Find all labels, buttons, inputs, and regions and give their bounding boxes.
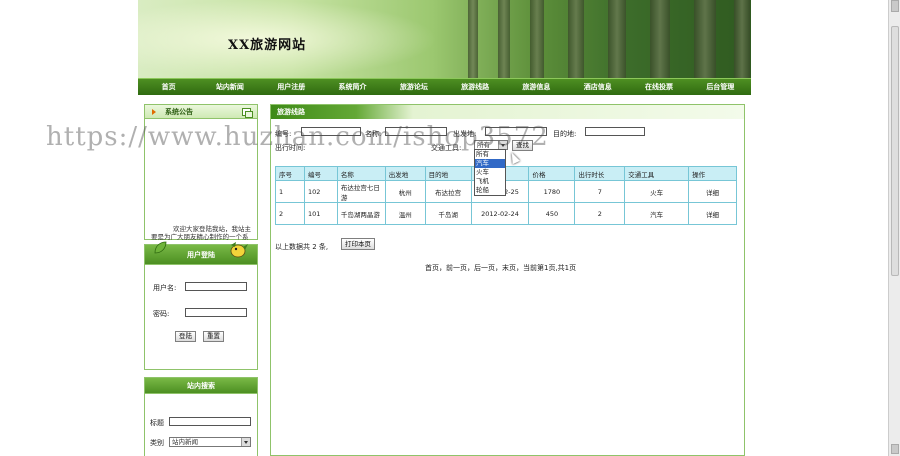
notice-title: 系统公告: [165, 108, 193, 116]
nav-item-register[interactable]: 用户注册: [261, 79, 322, 95]
nav-item-forum[interactable]: 旅游论坛: [383, 79, 444, 95]
login-title: 用户登陆: [187, 251, 215, 259]
cell-from: 杭州: [384, 180, 426, 203]
routes-table: 序号 编号 名称 出发地 目的地 出行时间 价格 出行时长 交通工具 操作 1 …: [275, 166, 737, 225]
site-search-box: 站内搜索 标题 类别 站内新闻: [144, 377, 258, 456]
cell-idx: 1: [275, 180, 305, 203]
transport-dropdown-list: 所有 汽车 火车 飞机 轮船: [474, 149, 506, 196]
nav-item-admin[interactable]: 后台管理: [690, 79, 751, 95]
nav-item-travel-info[interactable]: 旅游信息: [506, 79, 567, 95]
transport-option[interactable]: 火车: [475, 168, 505, 177]
watermark: https://www.huzhan.com/ishop3572: [46, 122, 549, 152]
cell-from: 温州: [384, 202, 426, 225]
site-search-header: 站内搜索: [145, 378, 257, 394]
transport-option[interactable]: 汽车: [475, 159, 505, 168]
column-header: 价格: [528, 166, 576, 181]
scroll-thumb[interactable]: [891, 26, 899, 276]
column-header: 操作: [688, 166, 737, 181]
login-button[interactable]: 登陆: [175, 331, 196, 342]
search-category-value: 站内新闻: [172, 438, 198, 446]
cell-days: 2: [574, 202, 626, 225]
detail-link[interactable]: 详细: [688, 202, 737, 225]
search-category-select[interactable]: 站内新闻: [169, 437, 251, 447]
routes-panel-header: 旅游线路: [271, 105, 744, 119]
transport-option[interactable]: 飞机: [475, 177, 505, 186]
cell-code: 102: [303, 180, 338, 203]
table-header-row: 序号 编号 名称 出发地 目的地 出行时间 价格 出行时长 交通工具 操作: [275, 166, 737, 181]
leaf-icon: [154, 241, 167, 254]
column-header: 序号: [275, 166, 305, 181]
nav-item-home[interactable]: 首页: [138, 79, 199, 95]
login-header: 用户登陆: [145, 241, 257, 265]
search-title-input[interactable]: [169, 417, 251, 426]
routes-panel-title: 旅游线路: [277, 108, 305, 116]
dest-input[interactable]: [585, 127, 645, 136]
table-row: 1 102 布达拉宫七日游 杭州 布达拉宫 2012-02-25 1780 7 …: [275, 180, 737, 203]
cell-to: 布达拉宫: [424, 180, 472, 203]
total-text: 以上数据共 2 条,: [275, 243, 329, 251]
reset-button[interactable]: 重置: [203, 331, 224, 342]
copy-icon[interactable]: [242, 108, 253, 118]
routes-panel: 旅游线路 编号: 名称: 出发地: 目的地: 出行时间: 交通工具: 所有 查找…: [270, 104, 745, 456]
cell-price: 450: [528, 202, 576, 225]
cell-idx: 2: [275, 202, 305, 225]
detail-link[interactable]: 详细: [688, 180, 737, 203]
cell-code: 101: [303, 202, 338, 225]
cell-transport: 汽车: [624, 202, 690, 225]
cell-date: 2012-02-24: [470, 202, 530, 225]
column-header: 名称: [336, 166, 386, 181]
site-search-title: 站内搜索: [187, 382, 215, 390]
column-header: 交通工具: [624, 166, 690, 181]
arrow-right-icon: [152, 109, 156, 115]
scroll-up-button[interactable]: [891, 0, 899, 12]
dest-label: 目的地:: [553, 130, 577, 138]
nav-item-routes[interactable]: 旅游线路: [444, 79, 505, 95]
cell-to: 千岛湖: [424, 202, 472, 225]
password-label: 密码:: [153, 310, 170, 318]
column-header: 出行时长: [574, 166, 626, 181]
pager[interactable]: 首页，前一页，后一页，末页，当前第1页,共1页: [425, 263, 576, 273]
search-category-label: 类别: [150, 439, 164, 447]
table-row: 2 101 千岛湖两晶游 温州 千岛湖 2012-02-24 450 2 汽车 …: [275, 202, 737, 225]
nav-item-vote[interactable]: 在线投票: [628, 79, 689, 95]
cell-transport: 火车: [624, 180, 690, 203]
main-nav: 首页 站内新闻 用户注册 系统简介 旅游论坛 旅游线路 旅游信息 酒店信息 在线…: [138, 78, 751, 95]
login-box: 用户登陆 用户名: 密码: 登陆 重置: [144, 241, 258, 370]
column-header: 目的地: [424, 166, 472, 181]
column-header: 编号: [303, 166, 338, 181]
cell-price: 1780: [528, 180, 576, 203]
username-label: 用户名:: [153, 284, 177, 292]
nav-item-about[interactable]: 系统简介: [322, 79, 383, 95]
nav-item-hotels[interactable]: 酒店信息: [567, 79, 628, 95]
cell-days: 7: [574, 180, 626, 203]
column-header: 出发地: [384, 166, 426, 181]
vertical-scrollbar[interactable]: [888, 0, 900, 456]
banner: XX旅游网站: [138, 0, 751, 78]
page-wrapper: XX旅游网站 首页 站内新闻 用户注册 系统简介 旅游论坛 旅游线路 旅游信息 …: [138, 0, 751, 456]
cell-name: 布达拉宫七日游: [336, 180, 386, 203]
search-title-label: 标题: [150, 419, 164, 427]
site-title: XX旅游网站: [228, 38, 307, 53]
password-input[interactable]: [185, 308, 247, 317]
chevron-down-icon: [241, 438, 250, 446]
nav-item-news[interactable]: 站内新闻: [199, 79, 260, 95]
print-button[interactable]: 打印本页: [341, 238, 375, 250]
transport-option[interactable]: 轮船: [475, 186, 505, 195]
notice-header: 系统公告: [145, 105, 257, 119]
scroll-down-button[interactable]: [891, 444, 899, 454]
bird-icon: [230, 242, 248, 258]
username-input[interactable]: [185, 282, 247, 291]
cell-name: 千岛湖两晶游: [336, 202, 386, 225]
